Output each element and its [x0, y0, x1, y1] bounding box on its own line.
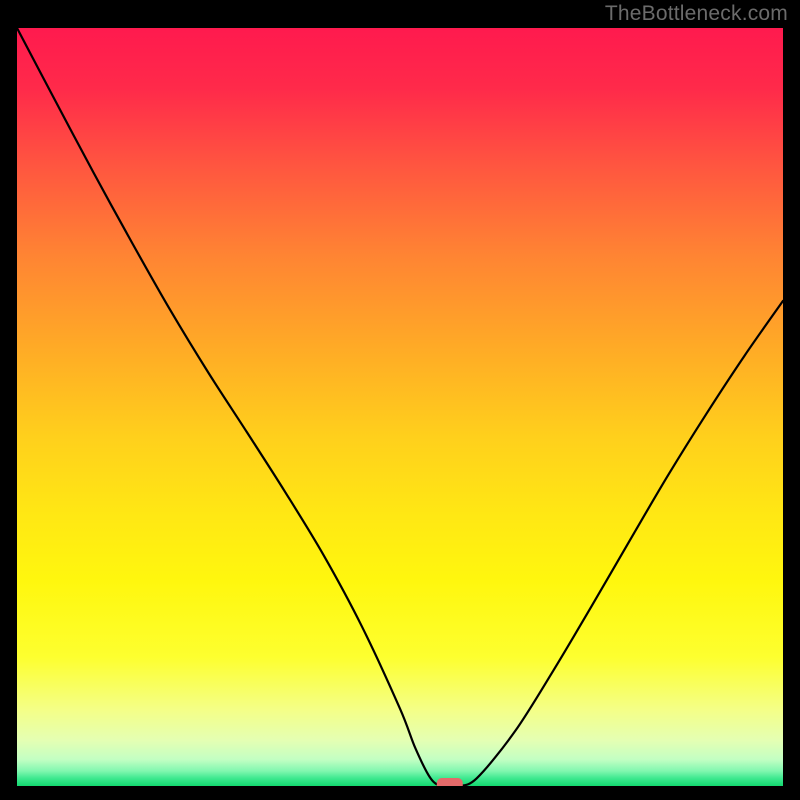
plot-svg	[17, 28, 783, 786]
plot-area	[17, 28, 783, 786]
heatmap-background	[17, 28, 783, 786]
watermark-text: TheBottleneck.com	[605, 2, 788, 26]
chart-frame: TheBottleneck.com	[0, 0, 800, 800]
optimum-marker	[437, 778, 463, 786]
